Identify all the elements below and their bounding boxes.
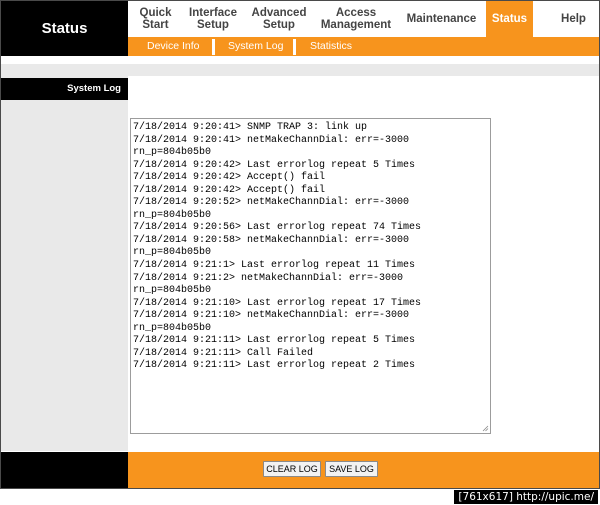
save-log-button[interactable]: SAVE LOG xyxy=(325,461,378,477)
subnav-device-info[interactable]: Device Info xyxy=(147,37,200,56)
page-title-text: Status xyxy=(41,20,88,37)
log-line: 7/18/2014 9:21:2> netMakeChannDial: err=… xyxy=(133,272,404,284)
nav-help-label: Help xyxy=(561,13,586,25)
left-sidebar xyxy=(1,76,128,451)
nav-interface-setup-line2: Setup xyxy=(197,19,229,31)
nav-access-management-line1: Access xyxy=(335,7,377,19)
router-admin-window: Status Quick Start Interface Setup Advance… xyxy=(0,0,600,489)
watermark-label: [761x617] http://upic.me/ xyxy=(454,490,598,504)
nav-quick-start-line2: Start xyxy=(142,19,169,31)
log-line: 7/18/2014 9:21:1> Last errorlog repeat 1… xyxy=(133,260,416,272)
page-title: Status xyxy=(1,1,128,56)
log-line: 7/18/2014 9:21:10> netMakeChannDial: err… xyxy=(133,310,410,322)
nav-advanced-setup-line2: Setup xyxy=(263,19,295,31)
nav-advanced-setup-line1: Advanced xyxy=(251,7,307,19)
log-line: 7/18/2014 9:21:11> Last errorlog repeat … xyxy=(133,335,416,347)
log-line: 7/18/2014 9:21:10> Last errorlog repeat … xyxy=(133,297,422,309)
log-line: 7/18/2014 9:20:41> SNMP TRAP 3: link up xyxy=(133,122,368,133)
log-line: rn_p=804b05b0 xyxy=(133,247,212,259)
top-navigation: Quick Start Interface Setup Advanced Setup … xyxy=(128,1,599,37)
subnav-separator xyxy=(212,39,215,55)
footer-left xyxy=(1,452,128,488)
log-line: 7/18/2014 9:21:11> Last errorlog repeat … xyxy=(133,360,416,372)
log-line: rn_p=804b05b0 xyxy=(133,209,212,221)
nav-interface-setup[interactable]: Interface Setup xyxy=(183,1,243,37)
log-lines: 7/18/2014 9:20:41> SNMP TRAP 3: link up 7… xyxy=(133,122,488,373)
log-line: 7/18/2014 9:20:42> Accept() fail xyxy=(133,172,326,184)
nav-quick-start[interactable]: Quick Start xyxy=(128,1,183,37)
nav-quick-start-line1: Quick xyxy=(139,7,172,19)
nav-access-management[interactable]: Access Management xyxy=(315,1,397,37)
subnav-separator xyxy=(293,39,296,55)
log-line: rn_p=804b05b0 xyxy=(133,285,212,297)
log-line: 7/18/2014 9:20:42> Accept() fail xyxy=(133,184,326,196)
log-line: 7/18/2014 9:20:58> netMakeChannDial: err… xyxy=(133,234,410,246)
subnav-system-log[interactable]: System Log xyxy=(228,37,283,56)
resize-grip-icon[interactable] xyxy=(482,425,489,432)
sub-navigation: Device Info System Log Statistics xyxy=(128,37,599,56)
nav-maintenance[interactable]: Maintenance xyxy=(397,1,486,37)
log-line: 7/18/2014 9:20:52> netMakeChannDial: err… xyxy=(133,197,410,209)
divider-band xyxy=(1,64,599,76)
section-label-system-log: System Log xyxy=(1,78,128,100)
log-line: rn_p=804b05b0 xyxy=(133,147,212,159)
log-line: 7/18/2014 9:20:42> Last errorlog repeat … xyxy=(133,159,416,171)
system-log-textarea[interactable]: 7/18/2014 9:20:41> SNMP TRAP 3: link up 7… xyxy=(130,118,491,434)
nav-status[interactable]: Status xyxy=(486,1,533,37)
subnav-statistics[interactable]: Statistics xyxy=(310,37,352,56)
nav-maintenance-label: Maintenance xyxy=(406,13,477,25)
nav-advanced-setup[interactable]: Advanced Setup xyxy=(243,1,315,37)
nav-interface-setup-line1: Interface xyxy=(189,7,237,19)
log-line: 7/18/2014 9:21:11> Call Failed xyxy=(133,347,314,359)
log-line: 7/18/2014 9:20:56> Last errorlog repeat … xyxy=(133,222,422,234)
clear-log-button[interactable]: CLEAR LOG xyxy=(263,461,321,477)
nav-access-management-line2: Management xyxy=(320,19,392,31)
log-line: rn_p=804b05b0 xyxy=(133,322,212,334)
nav-help[interactable]: Help xyxy=(548,1,599,37)
nav-status-label: Status xyxy=(491,13,528,25)
log-line: 7/18/2014 9:20:41> netMakeChannDial: err… xyxy=(133,134,410,146)
